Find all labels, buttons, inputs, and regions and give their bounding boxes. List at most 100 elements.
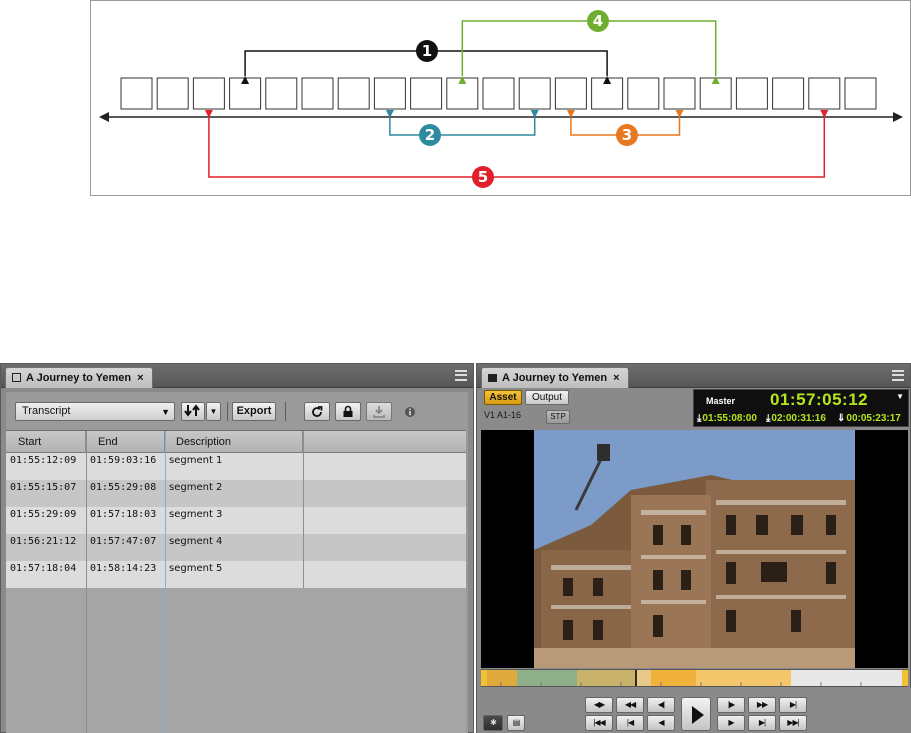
frame-box [265, 77, 298, 110]
video-viewer[interactable] [481, 430, 908, 668]
toolbar-divider [285, 402, 286, 421]
duration-cell: ⇓00:05:23:17 [837, 413, 901, 424]
view-select[interactable]: Transcript ▼ [15, 402, 175, 421]
jump-forward-icon[interactable]: ▶▶ [748, 697, 776, 713]
stp-label: STP [550, 412, 566, 421]
go-to-start-icon[interactable]: ◀▶ [585, 697, 613, 713]
fast-forward-icon[interactable]: ▶| [748, 715, 776, 731]
panel-menu-icon[interactable] [455, 370, 467, 381]
column-divider [165, 431, 166, 733]
range-bracket [389, 118, 536, 136]
tab-title: A Journey to Yemen [26, 372, 132, 384]
go-to-end-icon[interactable]: ▶| [779, 697, 807, 713]
refresh-button[interactable] [304, 402, 330, 421]
cell-start: 01:56:21:12 [10, 536, 77, 547]
table-row[interactable]: 01:57:18:04 01:58:14:23 segment 5 [6, 561, 466, 588]
number-badge-label: 2 [425, 126, 435, 144]
table-header: Start End Description [6, 431, 466, 453]
panel-menu-icon[interactable] [892, 370, 904, 381]
close-icon[interactable]: × [137, 372, 143, 384]
view-select-value: Transcript [22, 405, 71, 417]
markers-table: Start End Description 01:55:12:09 01:59:… [6, 430, 466, 733]
frame-box [554, 77, 587, 110]
timecode-display[interactable]: Master 01:57:05:12 ▼ ⤓01:55:08:00 ⤓02:00… [693, 389, 909, 427]
mark-out-icon: ⤓ [766, 413, 771, 424]
fast-forward-max-icon[interactable]: ▶▶| [779, 715, 807, 731]
mark-in-cell: ⤓01:55:08:00 [697, 413, 757, 424]
diagram-canvas: 1 2 3 4 5 [99, 10, 903, 188]
close-icon[interactable]: × [613, 372, 619, 384]
timecode-subrow: ⤓01:55:08:00 ⤓02:00:31:16 ⇓00:05:23:17 [694, 412, 908, 427]
segment-overlap-diagram: 1 2 3 4 5 [90, 0, 911, 196]
number-badge-label: 3 [622, 126, 632, 144]
frame-box [808, 77, 841, 110]
toolbar-divider [227, 402, 228, 421]
jump-back-icon[interactable]: ◀◀ [616, 697, 644, 713]
rewind-icon[interactable]: |◀ [616, 715, 644, 731]
range-bracket [461, 20, 717, 76]
axis-arrow-left [99, 112, 109, 122]
cell-description: segment 1 [169, 455, 223, 466]
panel-tab[interactable]: A Journey to Yemen × [481, 367, 629, 388]
mark-out-button-icon[interactable]: |▶ [717, 697, 745, 713]
column-header-extra[interactable] [303, 431, 466, 453]
film-strip-icon[interactable]: ▤ [507, 715, 525, 731]
audio-waveform-icon[interactable]: ✱ [483, 715, 503, 731]
lock-button[interactable] [335, 402, 361, 421]
mark-out-cell: ⤓02:00:31:16 [766, 413, 826, 424]
frame-box [337, 77, 370, 110]
transport-controls: ◀▶ ◀◀ ◀| |▶ ▶▶ ▶| |◀◀ |◀ ◀ ▶ ▶| ▶▶| ✱ ▤ [477, 688, 911, 733]
markers-panel: A Journey to Yemen × Transcript ▼ ▼ Expor… [0, 363, 474, 733]
table-row[interactable]: 01:56:21:12 01:57:47:07 segment 4 [6, 534, 466, 561]
chevron-down-icon: ▼ [209, 407, 218, 416]
play-button[interactable] [681, 697, 711, 731]
frame-box [120, 77, 153, 110]
export-button[interactable]: Export [232, 402, 276, 421]
axis-arrow-right [893, 112, 903, 122]
step-back-icon[interactable]: ◀ [647, 715, 675, 731]
asset-mode-button[interactable]: Asset [484, 390, 522, 405]
cell-end: 01:57:18:03 [90, 509, 157, 520]
table-row[interactable]: 01:55:29:09 01:57:18:03 segment 3 [6, 507, 466, 534]
cell-description: segment 5 [169, 563, 223, 574]
mark-in-icon: ⤓ [697, 413, 702, 424]
mark-in-timecode: 01:55:08:00 [702, 413, 757, 424]
stp-button[interactable]: STP [546, 410, 570, 424]
current-timecode: 01:57:05:12 [770, 390, 869, 409]
track-label: V1 A1-16 [484, 410, 522, 420]
mark-in-button-icon[interactable]: ◀| [647, 697, 675, 713]
cell-description: segment 3 [169, 509, 223, 520]
frame-box [192, 77, 225, 110]
column-divider [86, 431, 87, 733]
sort-button[interactable] [181, 402, 205, 421]
cell-end: 01:59:03:16 [90, 455, 157, 466]
chevron-down-icon[interactable]: ▼ [896, 392, 904, 401]
column-header-description[interactable]: Description [165, 431, 303, 453]
column-header-start[interactable]: Start [6, 431, 86, 453]
number-badge-label: 4 [593, 12, 603, 30]
panel-tab[interactable]: A Journey to Yemen × [5, 367, 153, 388]
frame-box [663, 77, 696, 110]
number-badge-label: 1 [422, 42, 432, 60]
cell-end: 01:58:14:23 [90, 563, 157, 574]
play-icon [692, 706, 704, 724]
timeline-track [481, 670, 908, 686]
sort-arrows-icon [184, 404, 200, 417]
rewind-fast-icon[interactable]: |◀◀ [585, 715, 613, 731]
panel-icon [12, 373, 21, 382]
screen: 1 2 3 4 5 A Journey to Yemen × Transcript ▼ ▼… [0, 0, 911, 733]
range-bracket [208, 118, 826, 178]
column-header-end[interactable]: End [86, 431, 165, 453]
info-icon[interactable] [404, 406, 416, 418]
frame-box [627, 77, 660, 110]
table-row[interactable]: 01:55:12:09 01:59:03:16 segment 1 [6, 453, 466, 480]
column-divider [303, 431, 304, 588]
step-forward-icon[interactable]: ▶ [717, 715, 745, 731]
sort-menu-button[interactable]: ▼ [206, 402, 221, 421]
duration-icon: ⇓ [837, 413, 846, 424]
table-row[interactable]: 01:55:15:07 01:55:29:08 segment 2 [6, 480, 466, 507]
output-mode-button[interactable]: Output [525, 390, 569, 405]
import-button[interactable] [366, 402, 392, 421]
timeline-scrubber[interactable] [481, 669, 908, 687]
cell-description: segment 2 [169, 482, 223, 493]
